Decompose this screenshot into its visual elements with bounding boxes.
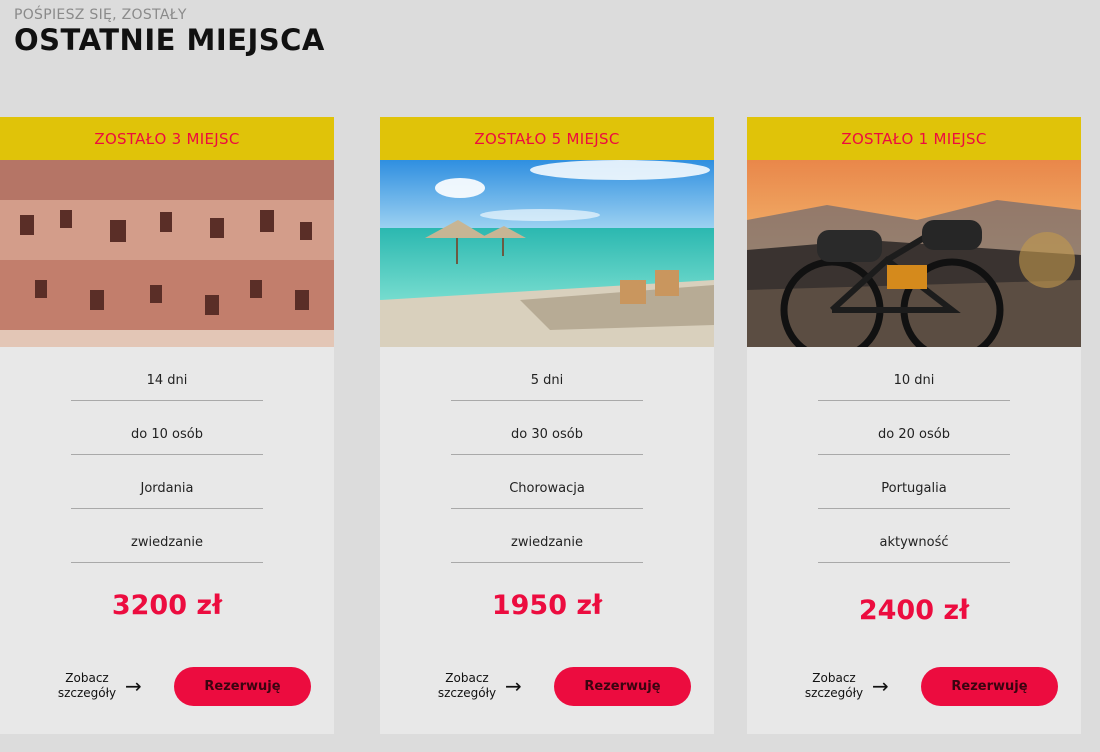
- arrow-right-icon: →: [125, 674, 142, 698]
- offer-type: zwiedzanie: [71, 522, 263, 563]
- beach-photo-image: [380, 160, 714, 347]
- seats-left-badge: ZOSTAŁO 5 MIEJSC: [380, 117, 714, 160]
- offer-group-size: do 10 osób: [71, 414, 263, 455]
- offer-photo-petra[interactable]: [0, 160, 334, 347]
- see-details-label: Zobacz szczegóły: [804, 671, 864, 700]
- offer-price: 1950 zł: [491, 590, 603, 621]
- offer-price: 3200 zł: [111, 590, 223, 621]
- page-header: POŚPIESZ SIĘ, ZOSTAŁY OSTATNIE MIEJSCA: [14, 7, 325, 57]
- offer-card-portugal: ZOSTAŁO 1 MIEJSC 10 dni do 20 osób Portu…: [747, 117, 1081, 734]
- offer-photo-beach[interactable]: [380, 160, 714, 347]
- reserve-button[interactable]: Rezerwuję: [554, 666, 691, 706]
- offer-country: Portugalia: [818, 468, 1010, 509]
- offer-duration: 14 dni: [71, 360, 263, 401]
- offer-type: zwiedzanie: [451, 522, 643, 563]
- arrow-right-icon: →: [505, 674, 522, 698]
- offer-duration: 10 dni: [818, 360, 1010, 401]
- page-title: OSTATNIE MIEJSCA: [14, 23, 325, 57]
- offer-photo-bike[interactable]: [747, 160, 1081, 347]
- petra-photo-image: [0, 160, 334, 347]
- seats-left-badge: ZOSTAŁO 1 MIEJSC: [747, 117, 1081, 160]
- offer-country: Chorowacja: [451, 468, 643, 509]
- see-details-label: Zobacz szczegóły: [57, 671, 117, 700]
- offer-type: aktywność: [818, 522, 1010, 563]
- offer-card-croatia: ZOSTAŁO 5 MIEJSC 5 dni do 30 osób Chorow…: [380, 117, 714, 734]
- reserve-button[interactable]: Rezerwuję: [174, 666, 311, 706]
- see-details-link[interactable]: Zobacz szczegóły →: [55, 671, 142, 701]
- reserve-button[interactable]: Rezerwuję: [921, 666, 1058, 706]
- see-details-link[interactable]: Zobacz szczegóły →: [435, 671, 522, 701]
- offer-duration: 5 dni: [451, 360, 643, 401]
- page-subtitle: POŚPIESZ SIĘ, ZOSTAŁY: [14, 7, 187, 23]
- offer-price: 2400 zł: [858, 595, 970, 626]
- offer-actions: Zobacz szczegóły → Rezerwuję: [0, 666, 334, 706]
- offer-actions: Zobacz szczegóły → Rezerwuję: [380, 666, 714, 706]
- seats-left-badge: ZOSTAŁO 3 MIEJSC: [0, 117, 334, 160]
- see-details-label: Zobacz szczegóły: [437, 671, 497, 700]
- offer-actions: Zobacz szczegóły → Rezerwuję: [747, 666, 1081, 706]
- see-details-link[interactable]: Zobacz szczegóły →: [802, 671, 889, 701]
- offer-group-size: do 30 osób: [451, 414, 643, 455]
- arrow-right-icon: →: [872, 674, 889, 698]
- bike-photo-image: [747, 160, 1081, 347]
- offer-group-size: do 20 osób: [818, 414, 1010, 455]
- offer-card-jordan: ZOSTAŁO 3 MIEJSC 14 dni do 10 osób Jorda…: [0, 117, 334, 734]
- offer-country: Jordania: [71, 468, 263, 509]
